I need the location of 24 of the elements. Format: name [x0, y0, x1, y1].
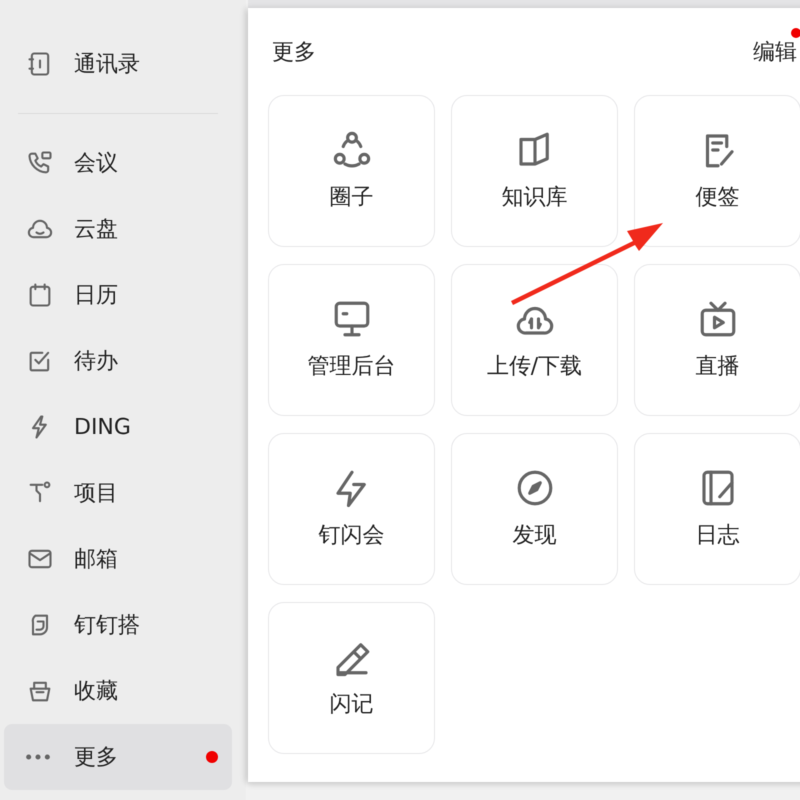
- sidebar-item[interactable]: DING: [4, 394, 232, 460]
- app-tile[interactable]: 圈子: [268, 95, 435, 247]
- sidebar-item[interactable]: 项目: [4, 460, 232, 526]
- sidebar-item[interactable]: 云盘: [4, 196, 232, 262]
- sidebar-item[interactable]: 收藏: [4, 658, 232, 724]
- app-tile[interactable]: 管理后台: [268, 264, 435, 416]
- panel-title: 更多: [272, 39, 316, 67]
- sidebar-item[interactable]: 日历: [4, 262, 232, 328]
- app-tile[interactable]: 钉闪会: [268, 433, 435, 585]
- sidebar-item[interactable]: 通讯录: [4, 31, 232, 97]
- more-icon: [26, 754, 50, 760]
- app-tile[interactable]: 便签: [634, 95, 800, 247]
- sidebar-item[interactable]: 钉钉搭: [4, 592, 232, 658]
- app-tile[interactable]: 发现: [451, 433, 618, 585]
- sidebar-item[interactable]: 邮箱: [4, 526, 232, 592]
- app-tile[interactable]: 闪记: [268, 602, 435, 754]
- sidebar-item[interactable]: 待办: [4, 328, 232, 394]
- app-tile[interactable]: 日志: [634, 433, 800, 585]
- app-tile[interactable]: 直播: [634, 264, 800, 416]
- app-tile[interactable]: 上传/下载: [451, 264, 618, 416]
- edit-link[interactable]: 编辑: [753, 40, 797, 65]
- sidebar-item[interactable]: 会议: [4, 130, 232, 196]
- app-tile[interactable]: 知识库: [451, 95, 618, 247]
- sidebar-item[interactable]: 更多: [4, 724, 232, 790]
